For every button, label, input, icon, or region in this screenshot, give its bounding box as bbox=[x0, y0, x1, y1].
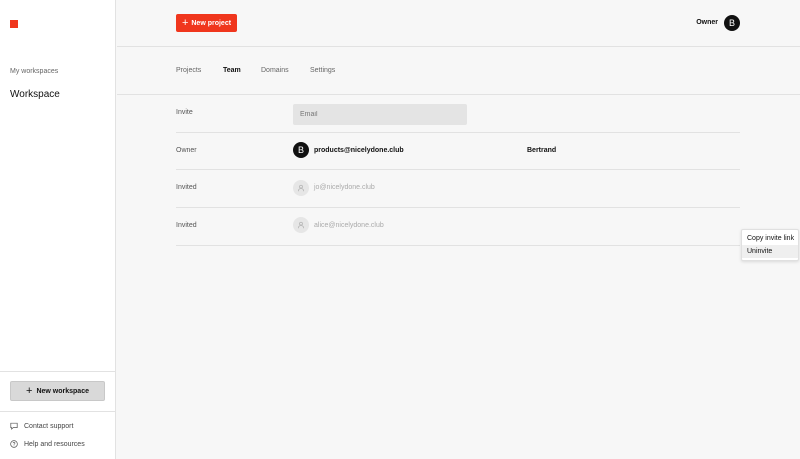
tab-bar: Projects Team Domains Settings bbox=[117, 47, 800, 95]
user-avatar[interactable]: B bbox=[724, 15, 740, 31]
owner-label: Owner bbox=[696, 19, 718, 26]
sidebar-divider bbox=[0, 411, 116, 412]
new-project-button[interactable]: + New project bbox=[176, 14, 237, 32]
sidebar-divider bbox=[0, 371, 116, 372]
member-email: alice@nicelydone.club bbox=[314, 222, 384, 229]
member-role: Invited bbox=[176, 184, 197, 191]
help-resources-label: Help and resources bbox=[24, 440, 85, 448]
member-name: Bertrand bbox=[527, 147, 557, 154]
tab-domains[interactable]: Domains bbox=[261, 67, 289, 74]
member-context-menu: Copy invite link Uninvite bbox=[741, 229, 799, 261]
contact-support-label: Contact support bbox=[24, 422, 74, 430]
member-avatar: B bbox=[293, 142, 309, 158]
top-header: + New project Owner B bbox=[117, 0, 800, 47]
chat-icon bbox=[10, 422, 18, 430]
uninvite-menu-item[interactable]: Uninvite bbox=[742, 245, 798, 258]
member-role: Owner bbox=[176, 147, 197, 154]
copy-invite-link-menu-item[interactable]: Copy invite link bbox=[742, 232, 798, 245]
user-placeholder-icon bbox=[297, 221, 305, 229]
member-email: products@nicelydone.club bbox=[314, 147, 404, 154]
user-placeholder-icon bbox=[297, 184, 305, 192]
plus-icon: + bbox=[26, 384, 33, 397]
invite-row: Invite bbox=[176, 95, 740, 133]
member-email: jo@nicelydone.club bbox=[314, 184, 375, 191]
new-workspace-button[interactable]: + New workspace bbox=[10, 381, 105, 401]
invite-email-input[interactable] bbox=[293, 104, 467, 125]
new-workspace-label: New workspace bbox=[36, 387, 89, 395]
tab-projects[interactable]: Projects bbox=[176, 67, 201, 74]
member-avatar bbox=[293, 217, 309, 233]
invite-label: Invite bbox=[176, 109, 193, 116]
help-resources-link[interactable]: Help and resources bbox=[10, 440, 85, 448]
member-row[interactable]: Invited jo@nicelydone.club bbox=[176, 170, 740, 208]
my-workspaces-label: My workspaces bbox=[10, 68, 59, 75]
tab-team[interactable]: Team bbox=[223, 67, 241, 74]
plus-icon: + bbox=[181, 16, 189, 29]
brand-logo[interactable] bbox=[10, 20, 18, 28]
new-project-label: New project bbox=[191, 19, 232, 27]
member-role: Invited bbox=[176, 222, 197, 229]
sidebar: My workspaces Workspace + New workspace … bbox=[0, 0, 116, 459]
contact-support-link[interactable]: Contact support bbox=[10, 422, 73, 430]
member-row[interactable]: Invited alice@nicelydone.club bbox=[176, 208, 740, 246]
help-circle-icon bbox=[10, 440, 18, 448]
tab-settings[interactable]: Settings bbox=[310, 67, 335, 74]
member-avatar bbox=[293, 180, 309, 196]
workspace-item[interactable]: Workspace bbox=[10, 89, 60, 100]
member-row: Owner B products@nicelydone.club Bertran… bbox=[176, 132, 740, 170]
